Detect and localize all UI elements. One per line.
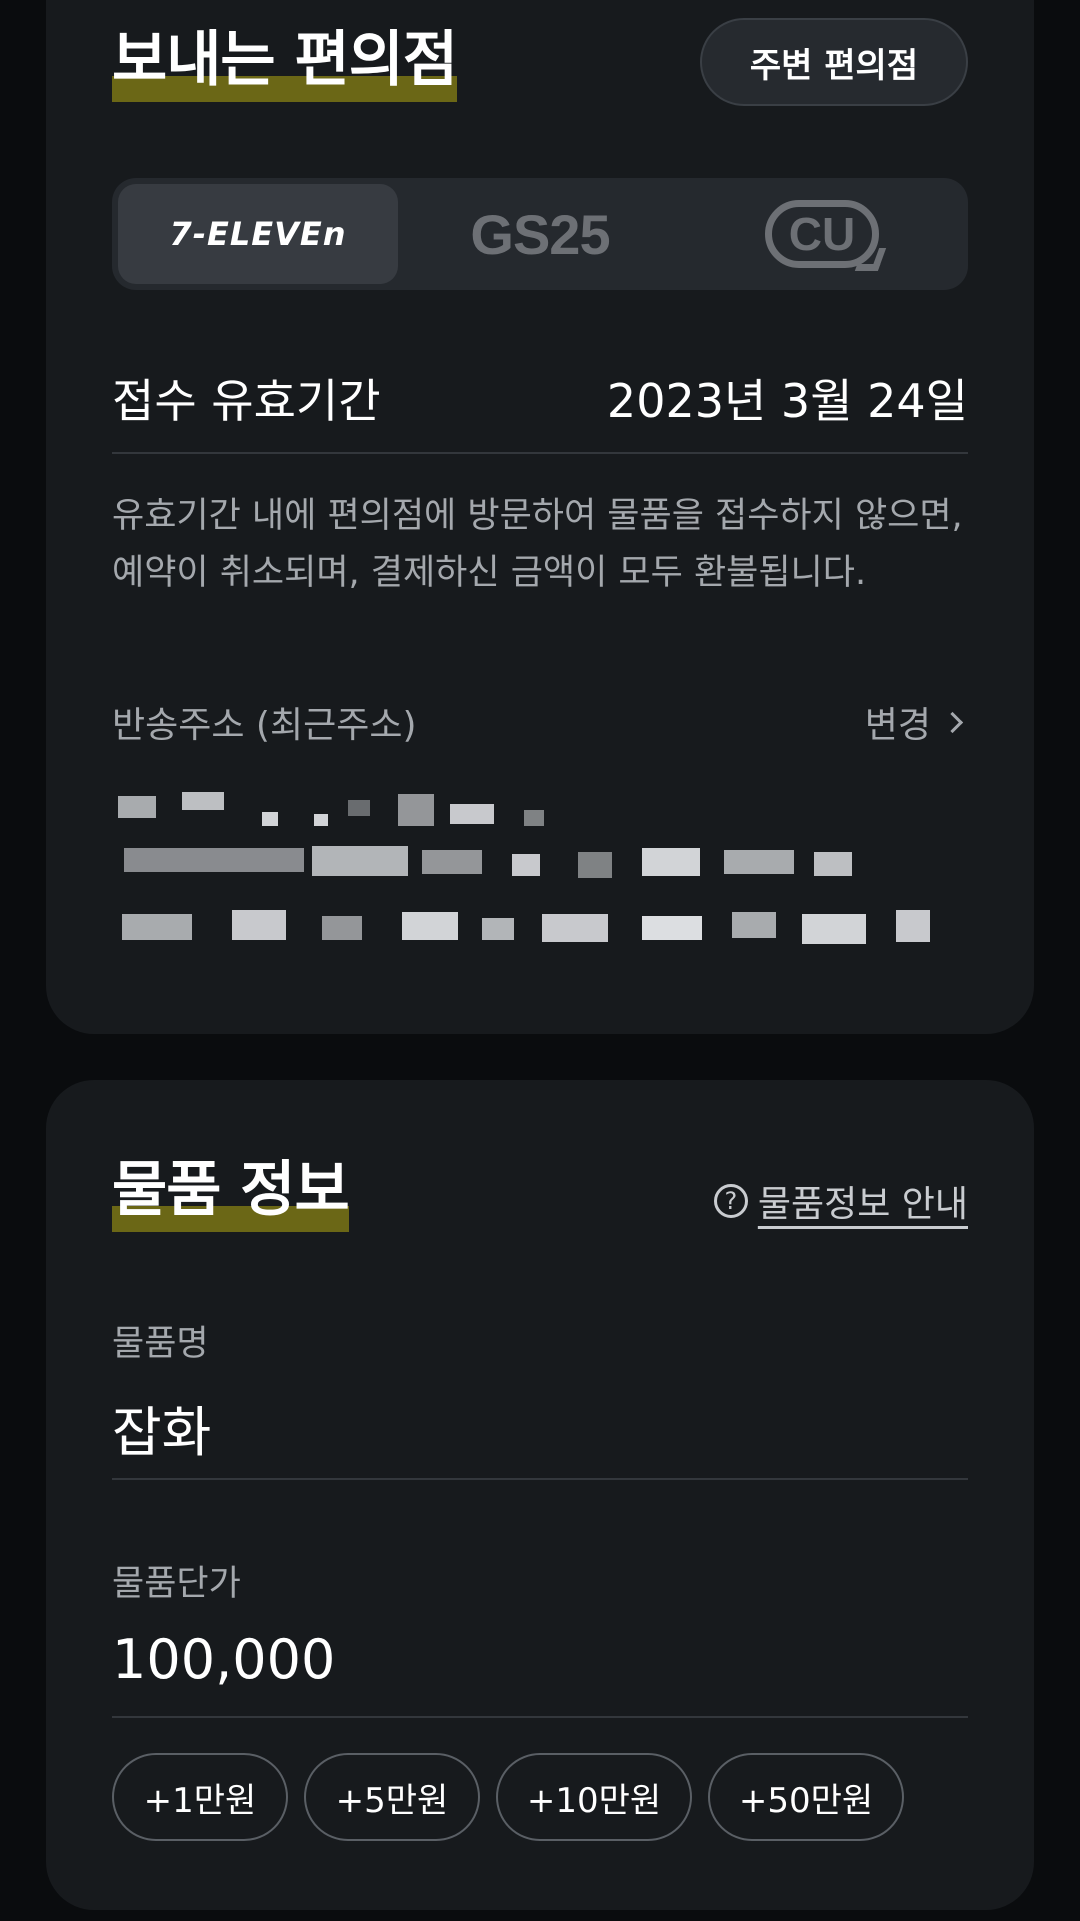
add-50000-button[interactable]: +5만원 <box>304 1753 480 1841</box>
chevron-right-icon <box>941 711 964 733</box>
seven-eleven-logo: 7-ELEVEn <box>169 215 347 253</box>
validity-date: 2023년 3월 24일 <box>606 374 968 428</box>
store-selector: 7-ELEVEn GS25 CU <box>112 178 968 290</box>
divider <box>112 452 968 454</box>
item-price-label: 물품단가 <box>112 1564 241 1604</box>
store-option-gs25[interactable]: GS25 <box>400 184 680 284</box>
item-name-label: 물품명 <box>112 1324 209 1364</box>
redacted-address <box>112 790 962 990</box>
add-10000-button[interactable]: +1만원 <box>112 1753 288 1841</box>
store-option-7eleven[interactable]: 7-ELEVEn <box>118 184 398 284</box>
item-guide-link[interactable]: ? 물품정보 안내 <box>713 1175 968 1227</box>
item-price-field[interactable]: 100,000 <box>112 1628 335 1691</box>
help-icon: ? <box>713 1184 748 1218</box>
item-name-field[interactable]: 잡화 <box>112 1388 211 1467</box>
add-500000-button[interactable]: +50만원 <box>708 1753 904 1841</box>
cu-logo: CU <box>765 200 879 268</box>
change-label: 변경 <box>864 705 931 746</box>
return-address-label: 반송주소 (최근주소) <box>112 705 417 746</box>
validity-note-line-2: 예약이 취소되며, 결제하신 금액이 모두 환불됩니다. <box>112 553 867 593</box>
divider <box>112 1478 968 1480</box>
item-guide-label: 물품정보 안내 <box>757 1184 968 1225</box>
gs25-logo: GS25 <box>470 202 610 266</box>
store-section-title: 보내는 편의점 <box>112 30 458 102</box>
divider <box>112 1716 968 1718</box>
nearby-store-button[interactable]: 주변 편의점 <box>700 18 968 106</box>
validity-note: 유효기간 내에 편의점에 방문하여 물품을 접수하지 않으면, 예약이 취소되며… <box>112 488 972 602</box>
store-option-cu[interactable]: CU <box>682 184 962 284</box>
item-section-title: 물품 정보 <box>112 1160 350 1232</box>
validity-label: 접수 유효기간 <box>112 374 381 428</box>
change-address-button[interactable]: 변경 <box>864 696 964 748</box>
validity-note-line-1: 유효기간 내에 편의점에 방문하여 물품을 접수하지 않으면, <box>112 496 963 536</box>
add-100000-button[interactable]: +10만원 <box>496 1753 692 1841</box>
